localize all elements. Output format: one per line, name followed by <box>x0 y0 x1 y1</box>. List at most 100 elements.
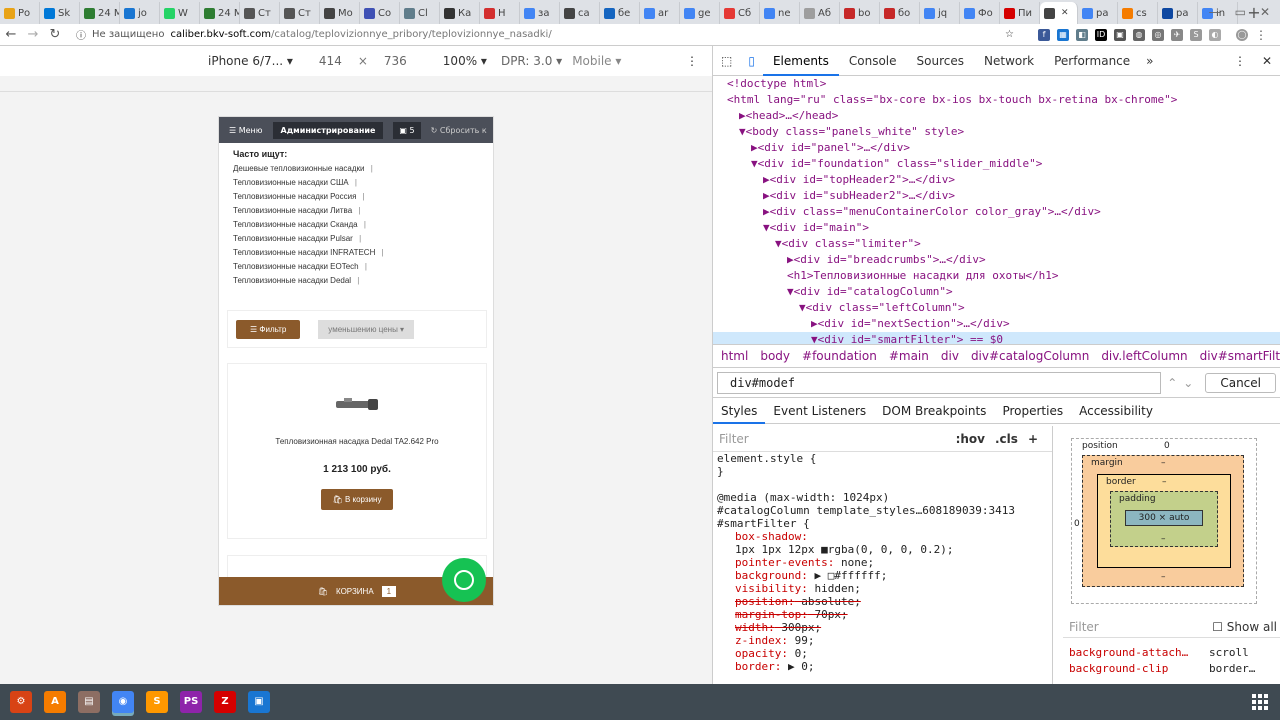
property-name[interactable]: margin-top: <box>735 608 808 621</box>
reload-icon[interactable]: ↻ <box>44 27 66 42</box>
browser-tab[interactable]: бе <box>600 2 640 24</box>
extension-icon[interactable]: ◐ <box>1209 28 1221 41</box>
extension-icon[interactable]: ◍ <box>1133 28 1145 41</box>
omnibox[interactable]: ⓘ Не защищено caliber.bkv-soft.com/catal… <box>70 25 1020 45</box>
store-app[interactable]: A <box>44 691 66 713</box>
profile-icon[interactable]: ◯ <box>1236 28 1248 41</box>
subtab-item[interactable]: Properties <box>994 398 1071 424</box>
maximize-icon[interactable]: ▭ <box>1235 5 1246 19</box>
browser-tab[interactable]: jq <box>920 2 960 24</box>
dom-node[interactable]: ▼<div class="limiter"> <box>713 236 1280 252</box>
dom-search-input[interactable]: div#modef <box>717 371 1162 394</box>
breadcrumb-item[interactable]: div <box>941 349 959 363</box>
dpr-select[interactable]: DPR: 3.0 ▾ <box>501 54 562 68</box>
browser-tab[interactable]: Co <box>360 2 400 24</box>
breadcrumb-item[interactable]: div#smartFilter <box>1200 349 1280 363</box>
style-property[interactable]: opacity: 0; <box>713 647 1052 660</box>
search-next-icon[interactable]: ⌄ <box>1183 376 1193 390</box>
breadcrumb-item[interactable]: body <box>760 349 790 363</box>
property-name[interactable]: position: <box>735 595 795 608</box>
browser-tab[interactable]: ge <box>680 2 720 24</box>
reset-cache-button[interactable]: ↻ Сбросить к <box>431 126 487 135</box>
browser-tab[interactable]: Sk <box>40 2 80 24</box>
filter-button[interactable]: ☰ Фильтр <box>236 319 301 339</box>
property-name[interactable]: width: <box>735 621 775 634</box>
product-name[interactable]: Тепловизионная насадка Dedal TA2.642 Pro <box>228 437 486 446</box>
breadcrumb-item[interactable]: div.leftColumn <box>1101 349 1187 363</box>
dom-node[interactable]: ▶<div class="menuContainerColor color_gr… <box>713 204 1280 220</box>
tab-console[interactable]: Console <box>839 46 907 76</box>
chrome-menu-icon[interactable]: ⋮ <box>1255 28 1267 42</box>
extension-icon[interactable]: ID <box>1095 28 1107 41</box>
browser-tab[interactable]: ne <box>760 2 800 24</box>
breadcrumb-item[interactable]: #main <box>889 349 929 363</box>
style-property[interactable]: margin-top: 70px; <box>713 608 1052 621</box>
tab-network[interactable]: Network <box>974 46 1044 76</box>
dom-node[interactable]: ▶<div id="breadcrumbs">…</div> <box>713 252 1280 268</box>
extension-icon[interactable]: ◧ <box>1076 28 1088 41</box>
browser-tab[interactable]: ca <box>560 2 600 24</box>
browser-tab[interactable]: Ка <box>440 2 480 24</box>
dom-node[interactable]: ▼<div id="main"> <box>713 220 1280 236</box>
settings-app[interactable]: ⚙ <box>10 691 32 713</box>
property-value[interactable]: 1px 1px 12px ■rgba(0, 0, 0, 0.2); <box>735 543 954 556</box>
terminal-app[interactable]: ▣ <box>248 691 270 713</box>
cancel-button[interactable]: Cancel <box>1205 372 1276 393</box>
close-window-icon[interactable]: ✕ <box>1260 5 1270 19</box>
browser-tab[interactable]: 24 М <box>200 2 240 24</box>
admin-button[interactable]: Администрирование <box>272 121 384 139</box>
breadcrumb-item[interactable]: div#catalogColumn <box>971 349 1089 363</box>
popular-search-link[interactable]: Тепловизионные насадки США <box>233 178 479 192</box>
device-width-input[interactable]: 414 <box>319 54 342 68</box>
style-property[interactable]: width: 300px; <box>713 621 1052 634</box>
menu-button[interactable]: ☰ Меню <box>229 126 263 135</box>
property-name[interactable]: box-shadow: <box>735 530 808 543</box>
tab-performance[interactable]: Performance <box>1044 46 1140 76</box>
extension-icon[interactable]: ◎ <box>1152 28 1164 41</box>
back-icon[interactable]: ← <box>0 27 22 42</box>
property-value[interactable]: absolute; <box>795 595 861 608</box>
subtab-item[interactable]: Styles <box>713 398 766 424</box>
dom-node[interactable]: ▶<head>…</head> <box>713 108 1280 124</box>
property-value[interactable]: ▶ □#ffffff; <box>808 569 887 582</box>
tab-close-icon[interactable]: ✕ <box>1061 8 1069 18</box>
app-grid-icon[interactable] <box>1252 694 1268 710</box>
popular-search-link[interactable]: Тепловизионные насадки INFRATECH <box>233 248 479 262</box>
style-property[interactable]: 1px 1px 12px ■rgba(0, 0, 0, 0.2); <box>713 543 1052 556</box>
dom-node[interactable]: ▶<div id="panel">…</div> <box>713 140 1280 156</box>
show-all-checkbox[interactable]: ☐ Show all <box>1212 620 1280 634</box>
popular-search-link[interactable]: Тепловизионные насадки Россия <box>233 192 479 206</box>
box-model[interactable]: position 0 0 margin – – border – padding… <box>1063 426 1280 606</box>
dom-node[interactable]: ▼<div id="catalogColumn"> <box>713 284 1280 300</box>
dom-node[interactable]: ▼<div id="smartFilter"> == $0 <box>713 332 1280 344</box>
hov-toggle[interactable]: :hov <box>956 432 985 446</box>
dom-node[interactable]: ▶<div id="subHeader2">…</div> <box>713 188 1280 204</box>
dom-node[interactable]: <html lang="ru" class="bx-core bx-ios bx… <box>713 92 1280 108</box>
mode-select[interactable]: Mobile ▾ <box>572 54 621 68</box>
dom-node[interactable]: <h1>Тепловизионные насадки для охоты</h1… <box>713 268 1280 284</box>
zoom-select[interactable]: 100% ▾ <box>443 54 487 68</box>
dom-node[interactable]: <!doctype html> <box>713 76 1280 92</box>
device-height-input[interactable]: 736 <box>384 54 407 68</box>
browser-tab[interactable]: Ро <box>0 2 40 24</box>
property-name[interactable]: border: <box>735 660 781 673</box>
property-name[interactable]: opacity: <box>735 647 788 660</box>
computed-name[interactable]: background-attach… <box>1069 646 1209 662</box>
subtab-item[interactable]: Accessibility <box>1071 398 1161 424</box>
style-property[interactable]: z-index: 99; <box>713 634 1052 647</box>
more-tabs-icon[interactable]: » <box>1140 54 1159 68</box>
tab-elements[interactable]: Elements <box>762 46 839 76</box>
property-value[interactable]: 0; <box>788 647 808 660</box>
browser-tab[interactable]: ✕ <box>1040 2 1078 24</box>
property-name[interactable]: visibility: <box>735 582 808 595</box>
product-card[interactable]: Тепловизионная насадка Dedal TA2.642 Pro… <box>227 363 487 539</box>
browser-tab[interactable]: cs <box>1118 2 1158 24</box>
minimize-icon[interactable]: — <box>1209 5 1221 19</box>
devtools-menu-icon[interactable]: ⋮ <box>1226 54 1254 68</box>
search-prev-icon[interactable]: ⌃ <box>1167 376 1177 390</box>
more-options-icon[interactable]: ⋮ <box>686 54 698 68</box>
property-value[interactable]: hidden; <box>808 582 860 595</box>
property-value[interactable]: none; <box>834 556 874 569</box>
extension-icon[interactable]: S <box>1190 28 1202 41</box>
computed-name[interactable]: background-clip <box>1069 662 1209 678</box>
